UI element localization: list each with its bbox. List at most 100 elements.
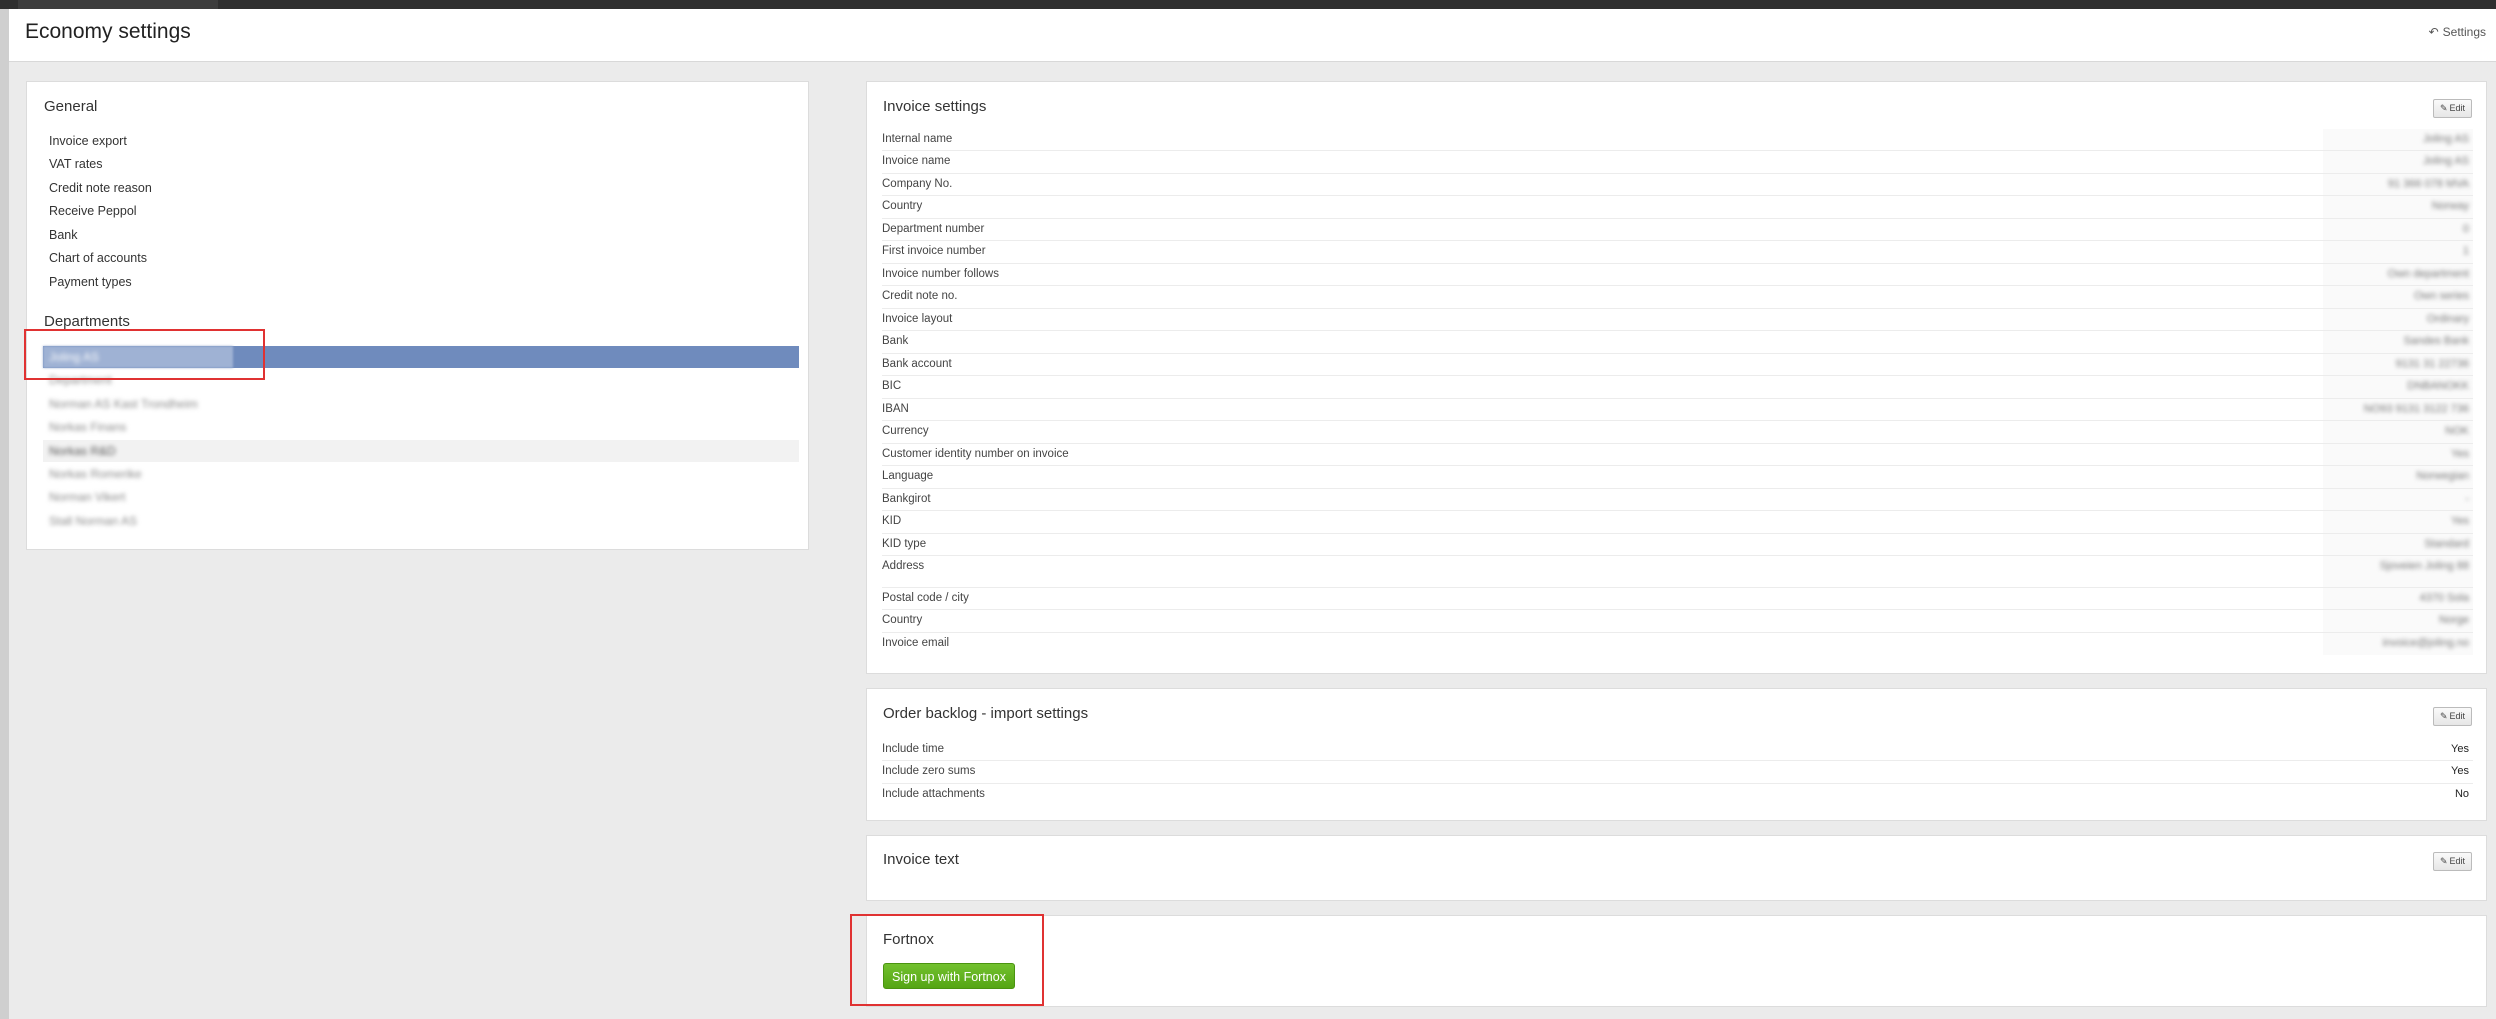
row-label: Internal name <box>882 133 953 145</box>
department-item[interactable]: Norkas Romerike <box>43 463 799 485</box>
row-value: Norge <box>2439 614 2469 626</box>
left-rail <box>0 9 9 1019</box>
invoice-setting-row: BIC DNBANOKK <box>882 376 2473 399</box>
row-label: Address <box>882 560 925 572</box>
menu-bank[interactable]: Bank <box>49 228 78 242</box>
row-value: 0 <box>2462 223 2469 235</box>
department-label: Joling AS <box>49 350 100 364</box>
department-item[interactable]: Norman AS Kast Trondheim <box>43 393 799 415</box>
back-arrow-icon: ↶ <box>2428 25 2439 39</box>
order-row-include-attachments: Include attachments No <box>882 784 2473 806</box>
department-item[interactable]: Norkas R&D <box>43 440 799 462</box>
row-label: Department number <box>882 223 985 235</box>
row-value: Ordinary <box>2426 313 2469 325</box>
invoice-setting-row: Bankgirot - <box>882 489 2473 511</box>
browser-tab[interactable] <box>18 0 218 9</box>
row-label: KID <box>882 515 902 527</box>
invoice-text-edit-button[interactable]: ✎ Edit <box>2432 852 2472 871</box>
department-label: Department <box>49 373 112 387</box>
row-label: Bank account <box>882 358 952 370</box>
menu-payment-types[interactable]: Payment types <box>49 275 132 289</box>
order-row-include-time: Include time Yes <box>882 739 2473 761</box>
pencil-icon: ✎ <box>2439 856 2448 866</box>
row-label: Invoice number follows <box>882 268 999 280</box>
row-value: Joling AS <box>2423 155 2469 167</box>
row-value: NO93 9131 3122 736 <box>2363 403 2469 415</box>
row-value: Sjoveien Joling 88 <box>2379 560 2469 572</box>
invoice-setting-row: Department number 0 <box>882 219 2473 241</box>
invoice-settings-panel: Invoice settings ✎ Edit Internal name Joli… <box>866 81 2487 674</box>
invoice-setting-row: Invoice email invoice@joling.no <box>882 633 2473 655</box>
invoice-setting-row: Credit note no. Own series <box>882 286 2473 309</box>
value-cell-background <box>2323 219 2473 240</box>
row-label: Company No. <box>882 178 953 190</box>
department-label: Norkas Finans <box>49 420 127 434</box>
row-label: Customer identity number on invoice <box>882 448 1069 460</box>
invoice-setting-row: Company No. 91 366 078 MVA <box>882 174 2473 196</box>
invoice-setting-row: Address Sjoveien Joling 88 <box>882 556 2473 588</box>
back-link-label: Settings <box>2442 25 2486 39</box>
invoice-setting-row: Currency NOK <box>882 421 2473 444</box>
invoice-setting-row: KID type Standard <box>882 534 2473 556</box>
department-item[interactable]: Department <box>43 369 799 391</box>
menu-vat-rates[interactable]: VAT rates <box>49 157 103 171</box>
back-to-settings-link[interactable]: ↶ Settings <box>2429 25 2486 39</box>
department-item[interactable]: Norkas Finans <box>43 416 799 438</box>
invoice-setting-row: Country Norge <box>882 610 2473 633</box>
page-header: Economy settings ↶ Settings <box>9 9 2496 62</box>
row-value: Own series <box>2413 290 2469 302</box>
row-value: Joling AS <box>2423 133 2469 145</box>
row-label: Include attachments <box>882 788 985 800</box>
row-label: Invoice name <box>882 155 951 167</box>
invoice-setting-row: Bank Sandes Bank <box>882 331 2473 354</box>
menu-receive-peppol[interactable]: Receive Peppol <box>49 204 137 218</box>
edit-label: Edit <box>2449 711 2465 721</box>
row-value: Own department <box>2387 268 2469 280</box>
row-label: Credit note no. <box>882 290 958 302</box>
row-value: Yes <box>2451 448 2469 460</box>
invoice-settings-edit-button[interactable]: ✎ Edit <box>2432 99 2472 118</box>
invoice-setting-row: Invoice name Joling AS <box>882 151 2473 174</box>
invoice-text-panel: Invoice text ✎ Edit <box>866 835 2487 901</box>
fortnox-title: Fortnox <box>883 931 934 948</box>
sign-up-fortnox-button[interactable]: Sign up with Fortnox <box>883 963 1015 989</box>
menu-chart-of-accounts[interactable]: Chart of accounts <box>49 251 147 265</box>
row-label: KID type <box>882 538 927 550</box>
menu-credit-note-reason[interactable]: Credit note reason <box>49 181 152 195</box>
row-value: Yes <box>2451 743 2469 755</box>
row-value: No <box>2454 788 2469 800</box>
invoice-setting-row: KID Yes <box>882 511 2473 534</box>
row-label: First invoice number <box>882 245 986 257</box>
order-backlog-title: Order backlog - import settings <box>883 705 1089 722</box>
invoice-settings-title: Invoice settings <box>883 98 987 115</box>
order-row-include-zero-sums: Include zero sums Yes <box>882 761 2473 784</box>
department-label: Stall Norman AS <box>49 514 138 528</box>
invoice-setting-row: Language Norwegian <box>882 466 2473 489</box>
edit-label: Edit <box>2449 103 2465 113</box>
departments-title: Departments <box>44 313 130 330</box>
pencil-icon: ✎ <box>2439 711 2448 721</box>
row-value: Yes <box>2451 515 2469 527</box>
fortnox-panel: Fortnox Sign up with Fortnox <box>866 915 2487 1007</box>
general-title: General <box>44 98 98 115</box>
row-label: Invoice email <box>882 637 950 649</box>
row-value: Norwegian <box>2416 470 2469 482</box>
row-label: BIC <box>882 380 902 392</box>
department-label: Norman AS Kast Trondheim <box>49 397 198 411</box>
invoice-text-title: Invoice text <box>883 851 959 868</box>
row-value: Norway <box>2431 200 2469 212</box>
value-cell-background <box>2323 241 2473 263</box>
row-label: Currency <box>882 425 929 437</box>
department-item[interactable]: Norman Vikert <box>43 486 799 508</box>
order-backlog-edit-button[interactable]: ✎ Edit <box>2432 707 2472 726</box>
row-label: Include time <box>882 743 945 755</box>
department-item[interactable]: Stall Norman AS <box>43 510 799 532</box>
row-value: NOK <box>2445 425 2469 437</box>
row-value: invoice@joling.no <box>2382 637 2469 649</box>
invoice-setting-row: Invoice layout Ordinary <box>882 309 2473 331</box>
row-value: 91 366 078 MVA <box>2387 178 2469 190</box>
department-item-selected[interactable]: Joling AS <box>43 346 799 368</box>
row-label: Postal code / city <box>882 592 969 604</box>
menu-invoice-export[interactable]: Invoice export <box>49 134 127 148</box>
row-value: 1 <box>2462 245 2469 257</box>
